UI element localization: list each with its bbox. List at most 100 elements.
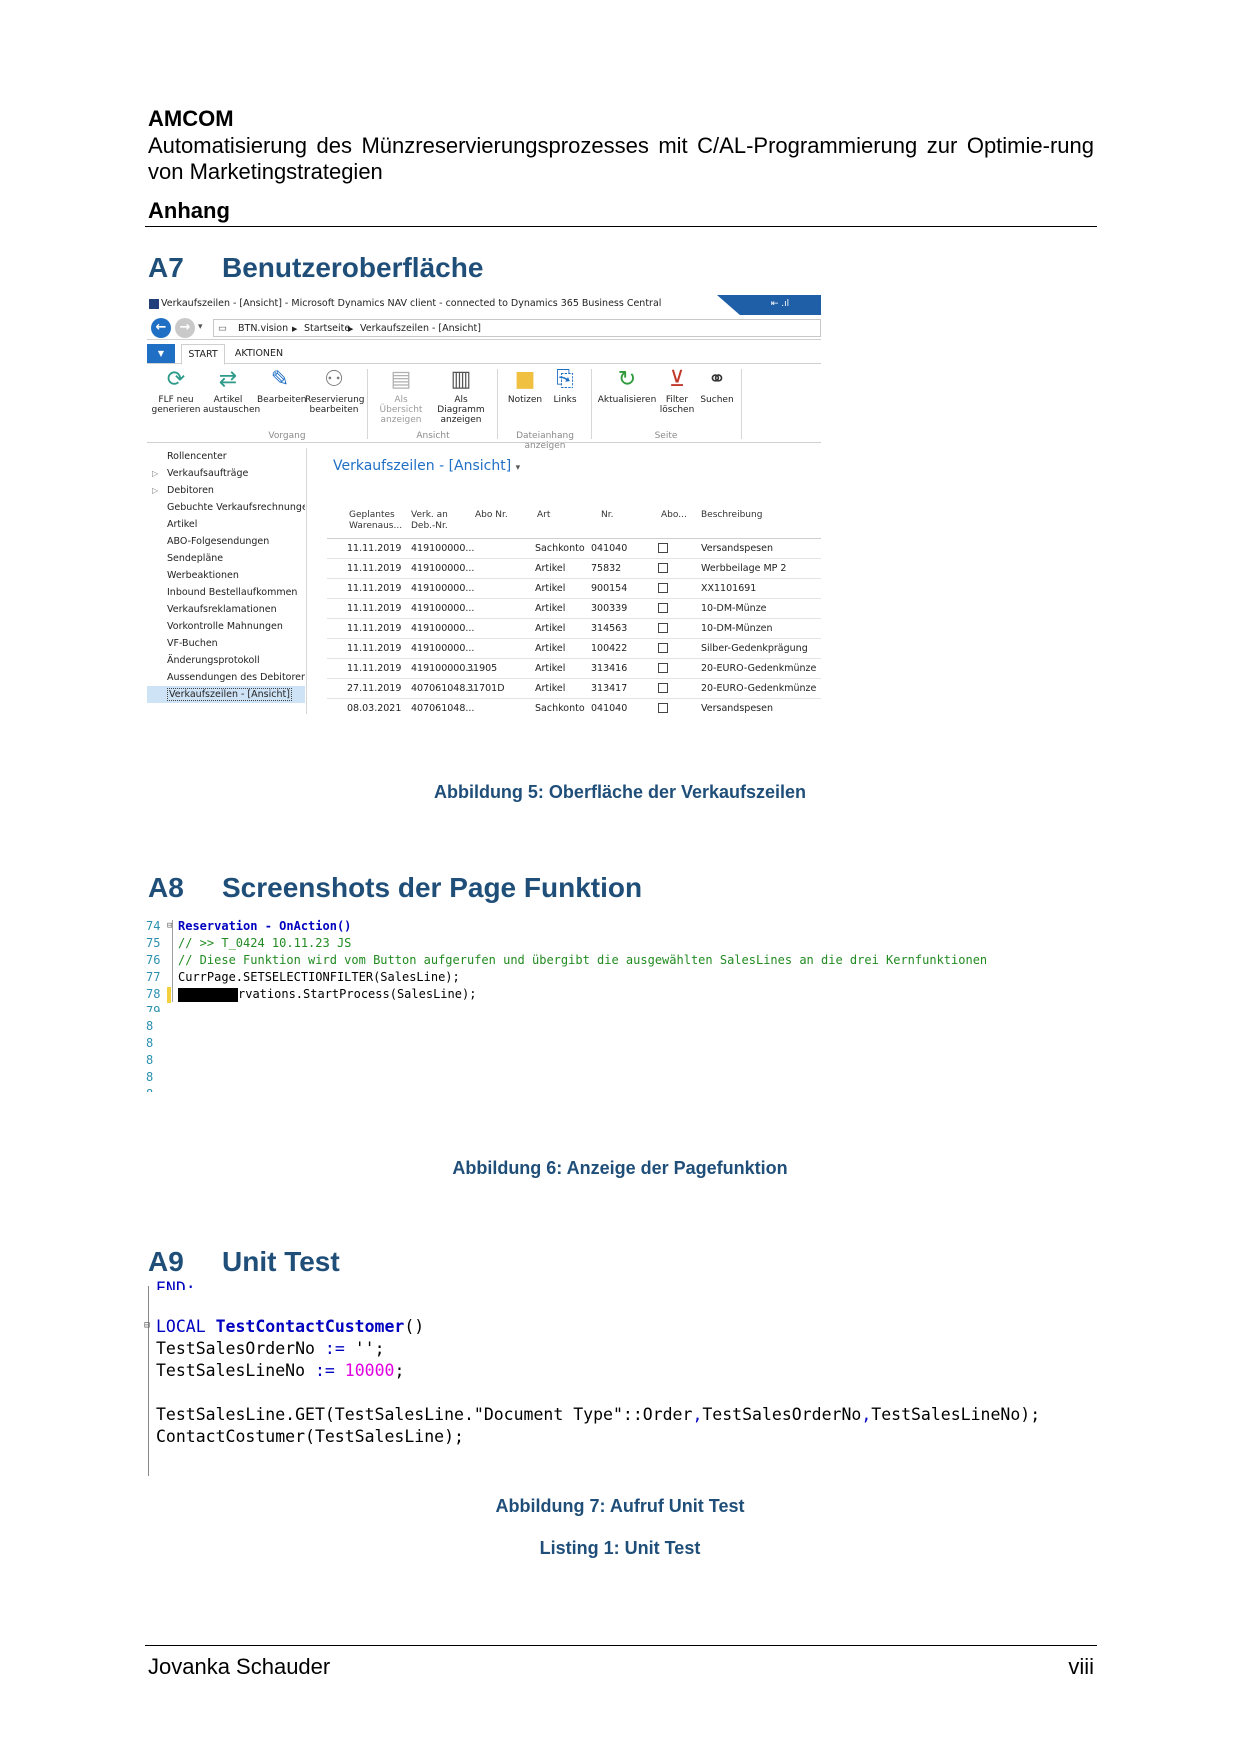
abo-checkbox[interactable] — [658, 623, 668, 633]
column-header[interactable]: Abo Nr. — [475, 510, 508, 521]
binoculars-icon: ⚭ — [707, 367, 727, 392]
tab-start[interactable]: START — [181, 344, 225, 365]
swap-item-button[interactable]: ⇄ Artikel austauschen — [203, 367, 260, 415]
ribbon-separator — [591, 369, 592, 439]
breadcrumb[interactable]: ▭ BTN.vision ▶ Startseite ▶ Verkaufszeil… — [213, 319, 821, 337]
sidebar-item[interactable]: Rollencenter — [147, 448, 305, 465]
table-row[interactable]: 27.11.2019 407061048... 31701D Artikel 31341… — [327, 679, 821, 699]
table-row[interactable]: 08.03.2021 407061048... Sachkonto 041040 Ver… — [327, 699, 821, 714]
breadcrumb-item[interactable]: BTN.vision — [238, 323, 288, 334]
clear-filter-button[interactable]: ⊻ Filter löschen — [659, 367, 695, 415]
window-title: Verkaufszeilen - [Ansicht] - Microsoft D… — [161, 298, 662, 309]
table-row[interactable]: 11.11.2019 419100000... Artikel 900154 XX110… — [327, 579, 821, 599]
sidebar-item[interactable]: Werbeaktionen — [147, 567, 305, 584]
page-number: viii — [1068, 1654, 1094, 1679]
sidebar-item[interactable]: Änderungsprotokoll — [147, 652, 305, 669]
line-number: 75 — [146, 936, 161, 950]
line-number: 79 — [146, 1004, 161, 1012]
sidebar-item[interactable]: Verkaufsreklamationen — [147, 601, 305, 618]
expand-arrow-icon[interactable]: ▷ — [152, 465, 158, 482]
collapse-icon[interactable]: ⊟ — [167, 921, 172, 931]
list-title: Verkaufszeilen - [Ansicht] ▾ — [333, 458, 521, 474]
back-arrow-icon[interactable]: ← — [151, 318, 171, 338]
sidebar-item[interactable]: ▷ Verkaufsaufträge — [147, 465, 305, 482]
flf-generate-button[interactable]: ⟳ FLF neu generieren — [151, 367, 201, 415]
abo-checkbox[interactable] — [658, 683, 668, 693]
column-header[interactable]: Geplantes Warenaus... — [349, 510, 405, 532]
clear-filter-icon: ⊻ — [668, 367, 686, 392]
abo-checkbox[interactable] — [658, 663, 668, 673]
abo-checkbox[interactable] — [658, 603, 668, 613]
footer-author: Jovanka Schauder — [148, 1654, 331, 1679]
forward-arrow-icon[interactable]: → — [175, 318, 195, 338]
line-number: 8 — [146, 1053, 154, 1067]
abo-checkbox[interactable] — [658, 703, 668, 713]
abo-checkbox[interactable] — [658, 563, 668, 573]
group-label: Seite — [654, 431, 678, 441]
abo-checkbox[interactable] — [658, 543, 668, 553]
abo-checkbox[interactable] — [658, 583, 668, 593]
sidebar-item[interactable]: Inbound Bestellaufkommen — [147, 584, 305, 601]
breadcrumb-separator-icon: ▶ — [292, 325, 298, 333]
column-header[interactable]: Art — [537, 510, 550, 521]
show-as-list-button[interactable]: ▤ Als Übersicht anzeigen — [373, 367, 429, 425]
window-titlebar: Verkaufszeilen - [Ansicht] - Microsoft D… — [147, 294, 821, 315]
ribbon-separator — [367, 369, 368, 439]
tab-aktionen[interactable]: AKTIONEN — [229, 344, 289, 364]
line-number: 8 — [146, 1070, 154, 1084]
breadcrumb-item[interactable]: Startseite — [304, 323, 350, 334]
people-icon: ⚇ — [324, 367, 344, 392]
chevron-down-icon[interactable]: ▾ — [198, 322, 203, 332]
column-header[interactable]: Abo... — [661, 510, 687, 521]
sidebar-item[interactable]: Sendepläne — [147, 550, 305, 567]
line-number: 76 — [146, 953, 161, 967]
links-button[interactable]: ⎘ Links — [547, 367, 583, 405]
refresh-icon: ⟳ — [166, 367, 186, 392]
sidebar-item[interactable]: Vorkontrolle Mahnungen — [147, 618, 305, 635]
breadcrumb-item[interactable]: Verkaufszeilen - [Ansicht] — [360, 323, 481, 334]
header-rule — [145, 226, 1097, 227]
abo-checkbox[interactable] — [658, 643, 668, 653]
link-icon: ⎘ — [556, 367, 574, 392]
code-line: Reservation - OnAction() — [178, 919, 352, 933]
table-row[interactable]: 11.11.2019 419100000... Artikel 314563 10-DM… — [327, 619, 821, 639]
refresh-button[interactable]: ↻ Aktualisieren — [595, 367, 659, 405]
code-fold-line — [148, 1286, 149, 1476]
breadcrumb-separator-icon: ▶ — [348, 325, 354, 333]
menu-dropdown-icon[interactable]: ▼ — [147, 344, 175, 363]
table-row[interactable]: 11.11.2019 419100000... Artikel 100422 Silbe… — [327, 639, 821, 659]
edit-button[interactable]: ✎ Bearbeiten — [257, 367, 306, 405]
sidebar-item[interactable]: Artikel — [147, 516, 305, 533]
column-header[interactable]: Beschreibung — [701, 510, 762, 521]
code-fold-line — [172, 920, 173, 1002]
expand-arrow-icon[interactable]: ▷ — [152, 482, 158, 499]
navigation-pane: Rollencenter ▷ Verkaufsaufträge ▷ Debitore… — [147, 448, 307, 714]
group-label: Vorgang — [268, 431, 306, 441]
collapse-icon[interactable]: ⊟ — [144, 1320, 150, 1331]
sidebar-item[interactable]: ABO-Folgesendungen — [147, 533, 305, 550]
code-editor-a8: 74 75 76 77 78 79 8 8 8 8 8 ⊟ Reservatio… — [146, 918, 1106, 1094]
sidebar-item[interactable]: VF-Buchen — [147, 635, 305, 652]
search-button[interactable]: ⚭ Suchen — [697, 367, 737, 405]
sidebar-item-selected[interactable]: Verkaufszeilen - [Ansicht] — [147, 686, 305, 703]
chevron-down-icon[interactable]: ▾ — [516, 463, 521, 473]
sidebar-item[interactable]: Aussendungen des Debitoren -... — [147, 669, 305, 686]
heading-a8: A8 Screenshots der Page Funktion — [148, 872, 643, 903]
notes-button[interactable]: ■ Notizen — [503, 367, 547, 405]
column-header[interactable]: Nr. — [601, 510, 613, 521]
table-row[interactable]: 11.11.2019 419100000... 31905 Artikel 313416… — [327, 659, 821, 679]
table-row[interactable]: 11.11.2019 419100000... Artikel 75832 Werbbe… — [327, 559, 821, 579]
column-header[interactable]: Verk. an Deb.-Nr. — [411, 510, 463, 532]
show-as-chart-button[interactable]: ▥ Als Diagramm anzeigen — [431, 367, 491, 425]
heading-a9: A9 Unit Test — [148, 1246, 340, 1277]
sidebar-item[interactable]: Gebuchte Verkaufsrechnungen... — [147, 499, 305, 516]
table-row[interactable]: 11.11.2019 419100000... Sachkonto 041040 Ver… — [327, 539, 821, 559]
edit-reservation-button[interactable]: ⚇ Reservierung bearbeiten — [305, 367, 365, 415]
document-title: Automatisierung des Münzreservierungspro… — [148, 133, 1094, 184]
change-marker — [167, 987, 171, 1003]
sidebar-item[interactable]: ▷ Debitoren — [147, 482, 305, 499]
table-row[interactable]: 11.11.2019 419100000... Artikel 300339 10-DM… — [327, 599, 821, 619]
ribbon-tabs: ▼ START AKTIONEN — [147, 344, 821, 365]
status-banner: ⇤ .ıl — [717, 295, 821, 315]
code-line: rvations.StartProcess(SalesLine); — [238, 987, 477, 1001]
